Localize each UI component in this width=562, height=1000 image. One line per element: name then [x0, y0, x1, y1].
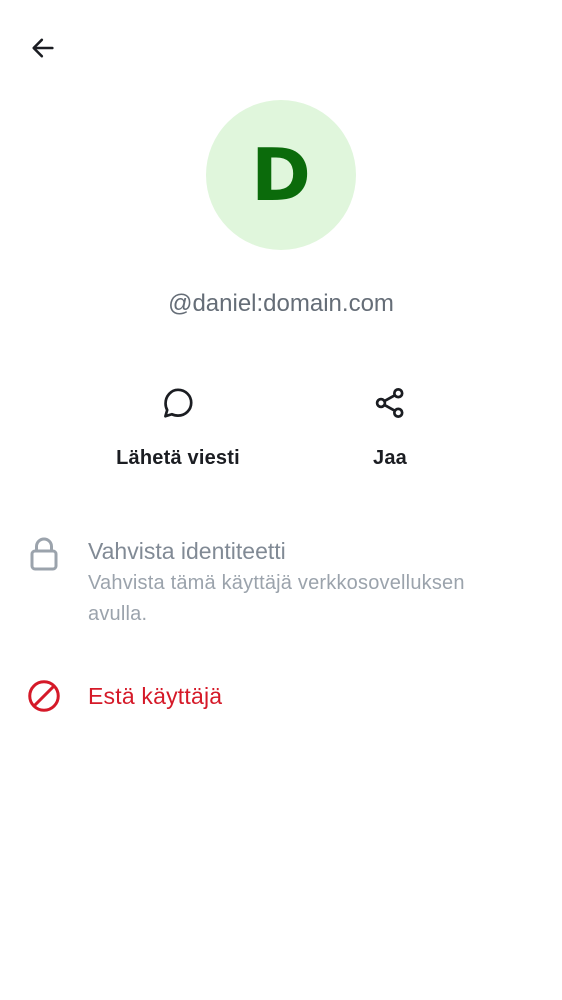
block-user-label: Estä käyttäjä	[88, 683, 223, 709]
avatar-initial: D	[251, 133, 311, 217]
lock-icon	[0, 534, 88, 572]
verify-identity-title: Vahvista identiteetti	[88, 538, 286, 564]
verify-identity-item[interactable]: Vahvista identiteetti Vahvista tämä käyt…	[0, 534, 562, 630]
share-button[interactable]: Jaa	[290, 378, 490, 478]
verify-identity-text: Vahvista identiteetti Vahvista tämä käyt…	[88, 534, 528, 630]
back-button[interactable]	[22, 29, 64, 71]
user-id: @daniel:domain.com	[168, 290, 394, 317]
share-label: Jaa	[373, 447, 407, 469]
send-message-button[interactable]: Lähetä viesti	[78, 378, 278, 478]
send-message-label: Lähetä viesti	[116, 447, 240, 469]
block-user-item[interactable]: Estä käyttäjä	[0, 678, 562, 714]
chat-bubble-icon	[153, 378, 203, 428]
share-icon	[365, 378, 415, 428]
arrow-left-icon	[29, 34, 57, 67]
avatar: D	[206, 100, 356, 250]
block-icon	[0, 678, 88, 714]
verify-identity-subtitle: Vahvista tämä käyttäjä verkkosovelluksen…	[88, 572, 465, 625]
